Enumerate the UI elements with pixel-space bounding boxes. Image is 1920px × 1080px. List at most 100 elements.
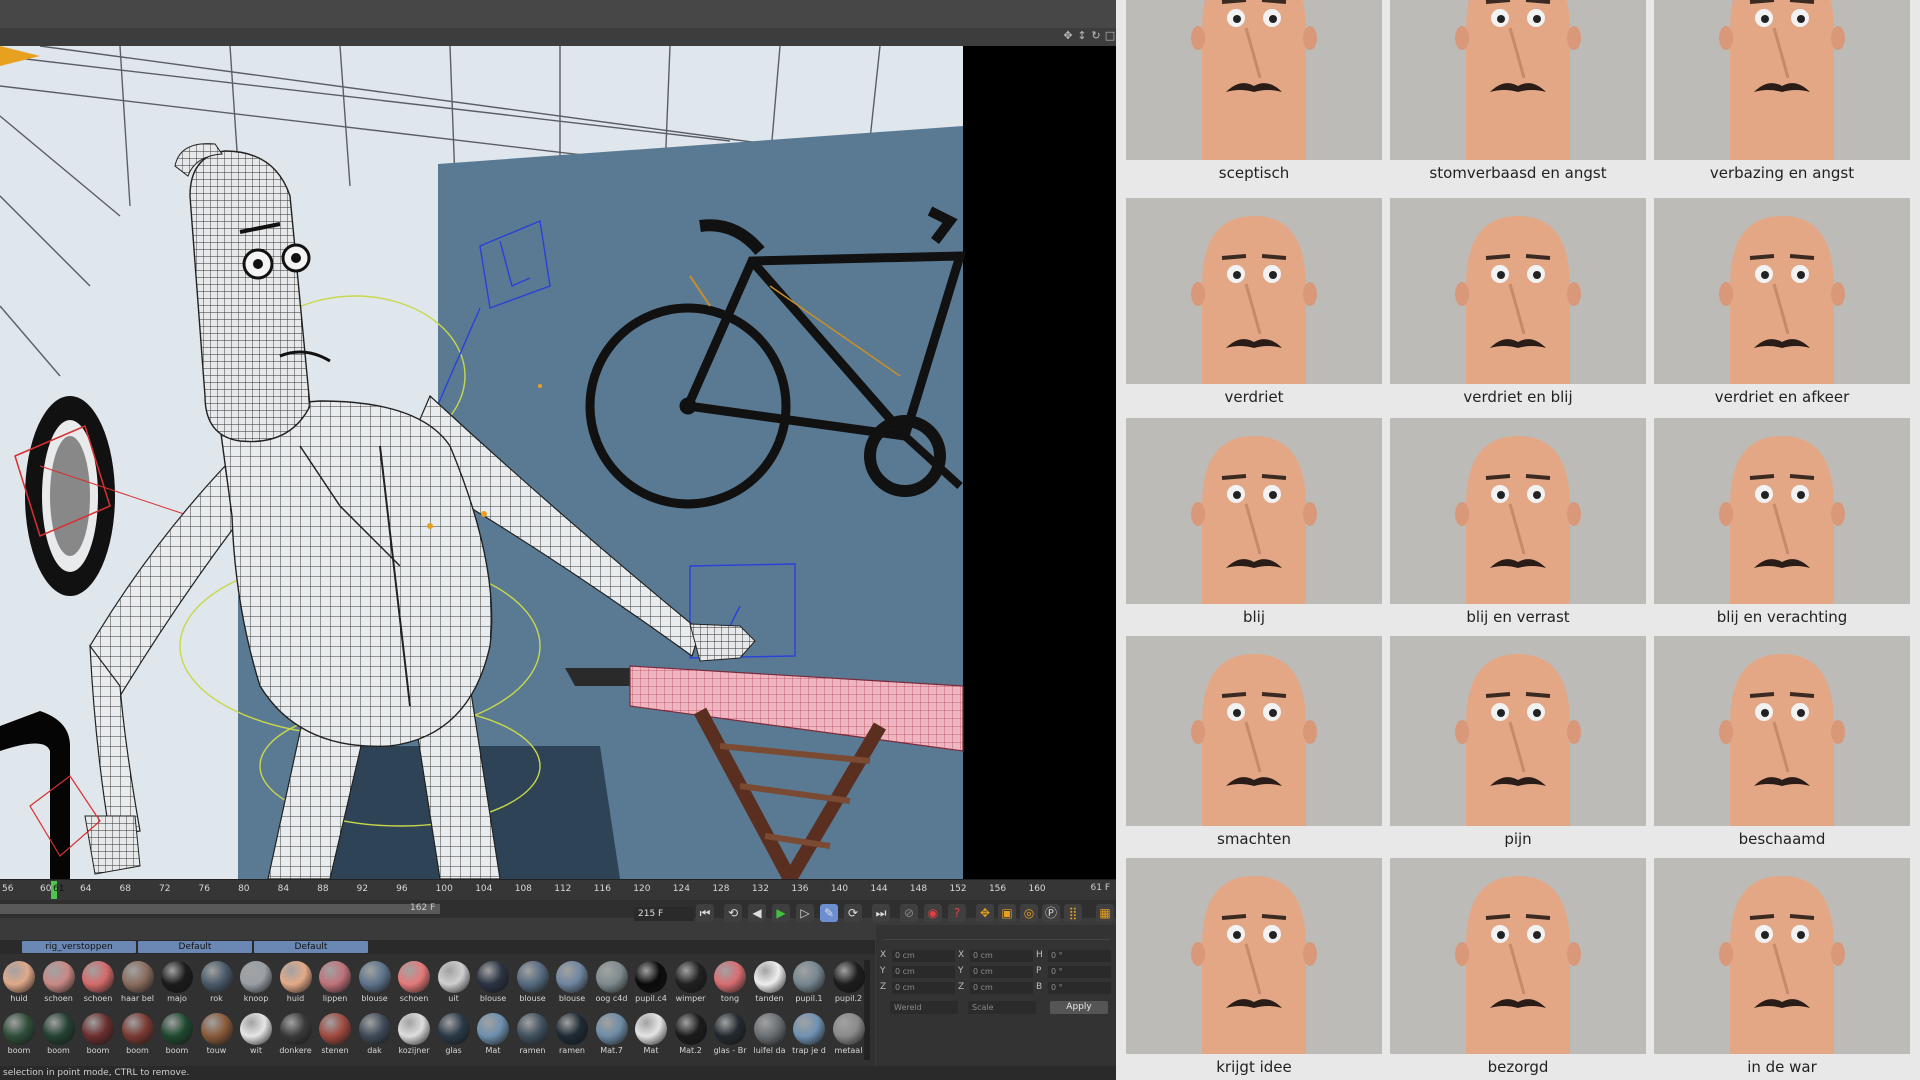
range-fill[interactable] [0,904,440,914]
timeline-tick-label: 140 [830,884,849,894]
material-swatch[interactable]: ramen [514,1010,552,1060]
param-key-button[interactable]: Ⓟ [1042,904,1060,922]
material-swatch[interactable]: pupil.2 [830,958,868,1008]
material-swatch[interactable]: boom [0,1010,38,1060]
space-dropdown[interactable]: Wereld [890,1001,958,1014]
pla-key-button[interactable]: ⣿ [1064,904,1082,922]
material-swatch[interactable]: glas [435,1010,473,1060]
app-root: ✥ ↕ ↻ □ 56 60 61 64 68 72 76 80 84 88 92… [0,0,1920,1080]
material-swatch[interactable]: blouse [553,958,591,1008]
material-swatch[interactable]: wit [237,1010,275,1060]
material-preview [398,961,430,993]
autokey-button[interactable]: ◉ [924,904,942,922]
material-swatch[interactable]: donkere [277,1010,315,1060]
material-swatch[interactable]: Mat.2 [672,1010,710,1060]
coord-value-field[interactable]: 0 ° [1048,966,1111,978]
coord-value-field[interactable]: 0 ° [1048,982,1111,994]
material-swatch[interactable]: ramen [553,1010,591,1060]
zoom-view-icon[interactable]: ↕ [1076,30,1088,42]
timeline-window-button[interactable]: ▦ [1096,904,1114,922]
status-bar: selection in point mode, CTRL to remove. [0,1066,1116,1080]
material-tab-rig[interactable]: rig_verstoppen [22,941,136,953]
material-swatch[interactable]: Mat.7 [593,1010,631,1060]
maximize-view-icon[interactable]: □ [1104,30,1116,42]
scale-key-button[interactable]: ▣ [998,904,1016,922]
material-swatch[interactable]: huid [277,958,315,1008]
rotate-view-icon[interactable]: ↻ [1090,30,1102,42]
material-swatch[interactable]: wimper [672,958,710,1008]
material-preview [635,1013,667,1045]
material-swatch[interactable]: boom [40,1010,78,1060]
material-swatch[interactable]: tong [711,958,749,1008]
material-swatch[interactable]: blouse [514,958,552,1008]
record-button[interactable]: ✎ [820,904,838,922]
material-swatch[interactable]: uit [435,958,473,1008]
material-swatch[interactable]: boom [158,1010,196,1060]
rotate-icon: ◎ [1023,906,1035,920]
material-swatch[interactable]: touw [198,1010,236,1060]
material-swatch[interactable]: rok [198,958,236,1008]
coord-value-field[interactable]: 0 cm [892,966,955,978]
material-swatch[interactable]: blouse [356,958,394,1008]
go-end-button[interactable]: ⏭ [872,904,890,922]
material-preview [477,1013,509,1045]
material-swatch[interactable]: lippen [316,958,354,1008]
next-frame-button[interactable]: ▷ [796,904,814,922]
help-button[interactable]: ? [948,904,966,922]
coord-value-field[interactable]: 0 cm [892,982,955,994]
go-start-button[interactable]: ⏮ [696,904,714,922]
move-key-button[interactable]: ✥ [976,904,994,922]
material-swatch[interactable]: dak [356,1010,394,1060]
timeline-tick-label: 144 [870,884,888,894]
material-tab-default-2[interactable]: Default [254,941,368,953]
expression-photo [1390,198,1646,384]
apply-button[interactable]: Apply [1050,1001,1108,1014]
material-swatch[interactable]: schoen [395,958,433,1008]
next-key-button[interactable]: ⟳ [844,904,862,922]
material-swatch[interactable]: metaal [830,1010,868,1060]
material-swatch[interactable]: kozijner [395,1010,433,1060]
material-swatch[interactable]: glas - Br [711,1010,749,1060]
scale-dropdown[interactable]: Scale [968,1001,1036,1014]
material-swatch[interactable]: schoen [79,958,117,1008]
material-swatch[interactable]: Mat [632,1010,670,1060]
material-swatch[interactable]: boom [79,1010,117,1060]
material-swatch[interactable]: tanden [751,958,789,1008]
material-swatch[interactable]: pupil.1 [790,958,828,1008]
material-swatch[interactable]: haar bel [119,958,157,1008]
material-swatch[interactable]: huid [0,958,38,1008]
prev-frame-button[interactable]: ◀ [748,904,766,922]
material-preview [200,1013,233,1045]
material-swatch[interactable]: trap je d [790,1010,828,1060]
help-icon: ? [953,906,961,920]
coord-value-field[interactable]: 0 ° [1048,950,1111,962]
material-swatch[interactable]: oog c4d [593,958,631,1008]
viewport-black-area [963,46,1116,879]
coord-value-field[interactable]: 0 cm [892,950,955,962]
keyframe-lock-button[interactable]: ⊘ [900,904,918,922]
3d-viewport[interactable] [0,46,1116,879]
material-swatch[interactable]: blouse [474,958,512,1008]
material-swatch[interactable]: knoop [237,958,275,1008]
material-swatch[interactable]: boom [119,1010,157,1060]
material-label: schoen [44,994,73,1003]
timeline-ruler[interactable]: 56 60 61 64 68 72 76 80 84 88 92 96 100 104 108 112 116 1… [0,879,1116,900]
current-frame-field[interactable]: 215 F [634,907,694,921]
prev-key-button[interactable]: ⟲ [724,904,742,922]
material-preview [516,1013,549,1045]
material-label: trap je d [792,1046,826,1055]
material-swatch[interactable]: pupil.c4 [632,958,670,1008]
material-swatch[interactable]: schoen [40,958,78,1008]
material-tab-default-1[interactable]: Default [138,941,252,953]
material-swatch[interactable]: majo [158,958,196,1008]
move-view-icon[interactable]: ✥ [1062,30,1074,42]
material-swatch[interactable]: Mat [474,1010,512,1060]
play-button[interactable]: ▶ [772,904,790,922]
material-swatch[interactable]: stenen [316,1010,354,1060]
coord-value-field[interactable]: 0 cm [970,982,1033,994]
coord-value-field[interactable]: 0 cm [970,966,1033,978]
material-swatch[interactable]: luifel da [751,1010,789,1060]
coord-value-field[interactable]: 0 cm [970,950,1033,962]
rotate-key-button[interactable]: ◎ [1020,904,1038,922]
material-preview [161,1013,193,1045]
